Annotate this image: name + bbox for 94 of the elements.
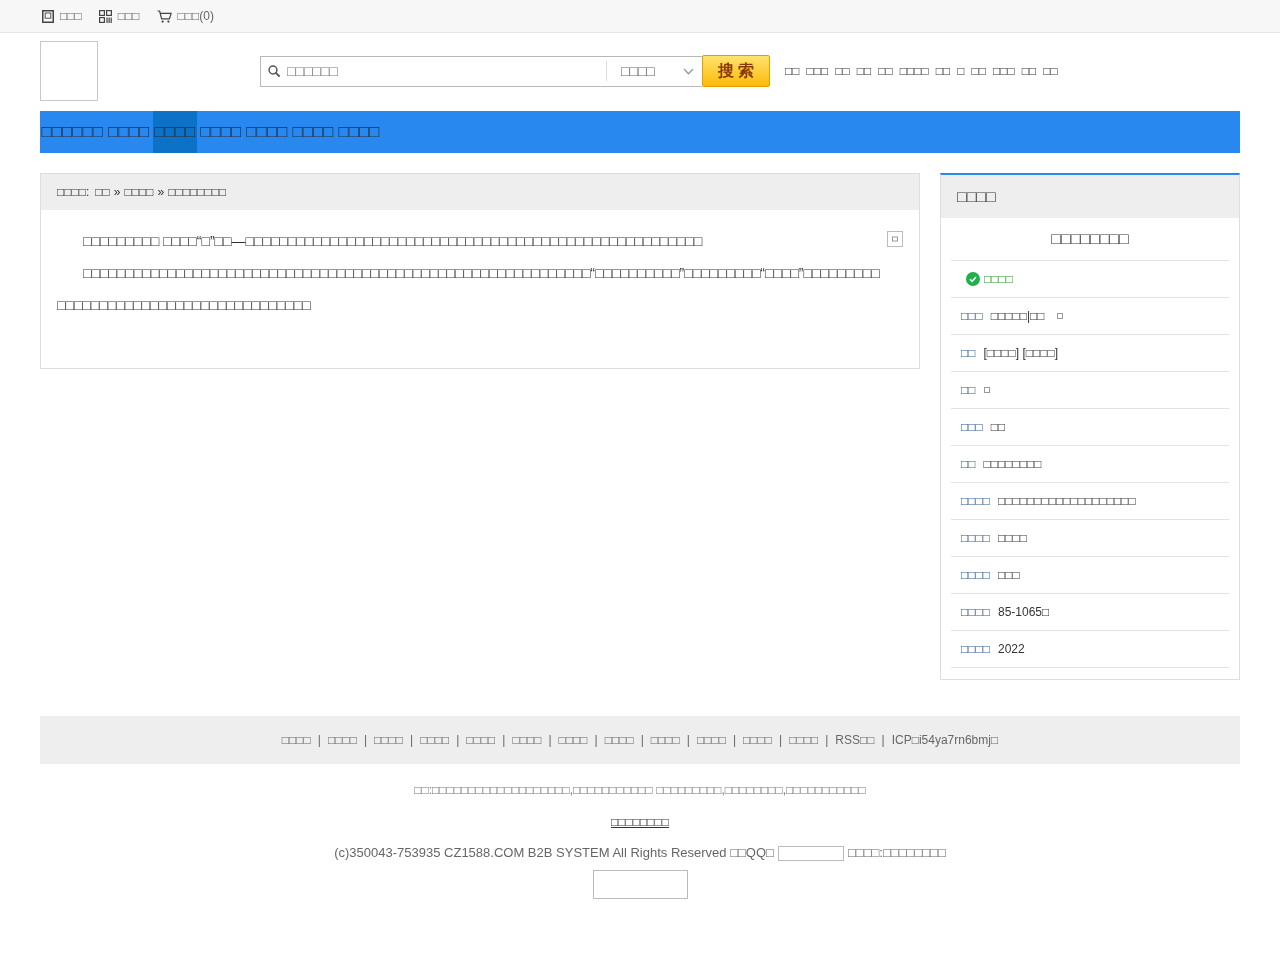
breadcrumb-link[interactable]: □□□□ — [124, 183, 154, 201]
field-value: 85-1065□ — [998, 604, 1050, 621]
footer-link[interactable]: □□□□ — [327, 731, 357, 749]
article-paragraph: □□□□□□□□□ □□□□“□”□□—□□□□□□□□□□□□□□□□□□□□□□□□□□□□□□□□□□□□□□□□□□□□□□□□□□□□□□ — [82, 232, 704, 251]
footer-link[interactable]: □□□□ — [374, 731, 404, 749]
top-link[interactable]: □□□ — [98, 8, 140, 24]
footer-link[interactable]: □□□□□□□□ — [611, 815, 669, 829]
header-link[interactable]: □□ — [1021, 62, 1037, 80]
header-link[interactable]: □□ — [856, 62, 872, 80]
nav-link[interactable]: □□□□ — [198, 111, 243, 153]
company-name: □□□□□□□□ — [1051, 229, 1129, 249]
header-link[interactable]: □□□ — [806, 62, 829, 80]
header-link[interactable]: □□ — [878, 62, 893, 80]
header-link[interactable]: □□□□ — [899, 62, 929, 80]
footer-link[interactable]: □□□□ — [696, 731, 726, 749]
field-label: □□□□ — [961, 530, 990, 547]
link-separator: | — [317, 732, 321, 749]
header-link[interactable]: □□ — [835, 62, 850, 80]
footer-link[interactable]: □□□□ — [650, 731, 680, 749]
footer-link[interactable]: ICP□i54ya7rn6bmj□ — [891, 731, 999, 749]
qr-code-icon — [98, 9, 112, 23]
article-paragraph: □□□□□□□□□□□□□□□□□□□□□□□□□□□□□□□□□□□□□□□□□□□□□□□□□□□□□□□□□□□□“□□□□□□□□□□”□□□□□□□□□“□□□□”□□□□□□□□□□□□□□□□□□□□□□□□□□□□□□□□□□□□□□□ — [57, 264, 881, 315]
image-placeholder — [777, 845, 844, 861]
header-link[interactable]: □□□ — [993, 62, 1015, 80]
field-label: □□□ — [961, 308, 983, 325]
header-link[interactable]: □□ — [935, 62, 951, 80]
footer-link[interactable]: RSS□□ — [835, 731, 875, 749]
breadcrumb-separator: » — [157, 184, 165, 201]
verified-label: □□□□ — [984, 271, 1013, 288]
header-link[interactable]: □□ — [971, 62, 986, 80]
nav-link[interactable]: □□□□ — [290, 111, 335, 153]
search-bar[interactable]: □□□□□□ □□□□ — [260, 55, 702, 87]
link-separator: | — [686, 732, 690, 749]
footer-link[interactable]: □□□□ — [281, 731, 311, 749]
top-link[interactable]: □□□(0) — [156, 8, 214, 24]
field-label: □□□□ — [961, 567, 990, 584]
square-icon — [887, 231, 903, 247]
footer-link[interactable]: □□□□ — [743, 731, 773, 749]
top-link[interactable]: □□□ — [42, 8, 82, 24]
footer-link[interactable]: □□□□ — [789, 731, 819, 749]
link-separator: | — [779, 732, 783, 749]
nav-link[interactable]: □□□□□□ — [40, 111, 105, 153]
field-label: □□ — [961, 345, 976, 362]
footer-link[interactable]: □□□□ — [512, 731, 542, 749]
tablet-icon — [42, 9, 54, 23]
nav-link[interactable]: □□□□ — [244, 111, 289, 153]
footer-link[interactable]: □□□□ — [558, 731, 588, 749]
chevron-down-icon — [683, 67, 694, 75]
nav-link[interactable]: □□□□ — [337, 111, 382, 153]
link-separator: | — [363, 732, 368, 749]
field-value: □□□ — [998, 567, 1020, 584]
header-link[interactable]: □□ — [785, 62, 800, 80]
field-label: □□□□ — [961, 641, 990, 658]
link-separator: | — [594, 732, 598, 749]
link-separator: | — [502, 732, 506, 749]
link-separator: | — [825, 732, 829, 749]
header-link[interactable]: □□ — [1043, 62, 1058, 80]
nav-link[interactable]: □□□□ — [106, 111, 151, 153]
link-separator: | — [732, 732, 737, 749]
field-label: □□□ — [961, 419, 983, 436]
footer-link[interactable]: □□□□ — [420, 731, 450, 749]
link-separator: | — [640, 732, 644, 749]
search-field[interactable]: □□□□□□ — [280, 57, 606, 85]
field-value: □□□□□□□□□□□□□□□□□□□ — [998, 493, 1136, 510]
link-separator: | — [456, 732, 460, 749]
field-label: □□□□ — [961, 604, 990, 621]
field-value: 2022 — [998, 641, 1025, 658]
footer-link[interactable]: □□□□ — [604, 731, 634, 749]
link-separator: | — [548, 732, 552, 749]
field-value: □□□□ — [998, 530, 1027, 547]
breadcrumb-label: □□□□: — [57, 184, 90, 201]
footer-link[interactable]: □□□□ — [466, 731, 496, 749]
search-button[interactable]: 搜索 — [702, 55, 770, 87]
field-label: □□□□ — [961, 493, 990, 510]
breadcrumb-separator: » — [113, 184, 121, 201]
field-label: □□ — [961, 456, 976, 473]
field-value: □□ — [990, 419, 1006, 436]
contact-text: □□□□:□□□□□□□□ — [847, 844, 946, 862]
field-value: [□□□□] [□□□□] — [983, 345, 1059, 362]
check-circle-icon — [966, 272, 980, 286]
field-value: □□□□□□□□ — [983, 456, 1042, 473]
search-icon — [268, 65, 280, 77]
sidebar-title: □□□□ — [941, 175, 1239, 218]
copyright-text: (c)350043-753935 CZ1588.COM B2B SYSTEM All Rights Reserved □□QQ□ — [334, 844, 774, 862]
cart-icon — [156, 9, 172, 23]
breadcrumb-link[interactable]: □□□□□□□□ — [168, 183, 227, 201]
field-value: □□□□□|□□ — [990, 308, 1045, 325]
logo-placeholder[interactable] — [40, 41, 98, 101]
link-separator: | — [881, 732, 885, 749]
link-separator: | — [410, 732, 414, 749]
header-link[interactable]: □ — [957, 62, 965, 80]
footer-notice: □□:□□□□□□□□□□□□□□□□□□□,□□□□□□□□□□□ □□□□□□□□□,□□□□□□□□,□□□□□□□□□□□ — [414, 783, 866, 797]
breadcrumb-link[interactable]: □□ — [95, 183, 110, 201]
field-label: □□ — [961, 382, 976, 399]
